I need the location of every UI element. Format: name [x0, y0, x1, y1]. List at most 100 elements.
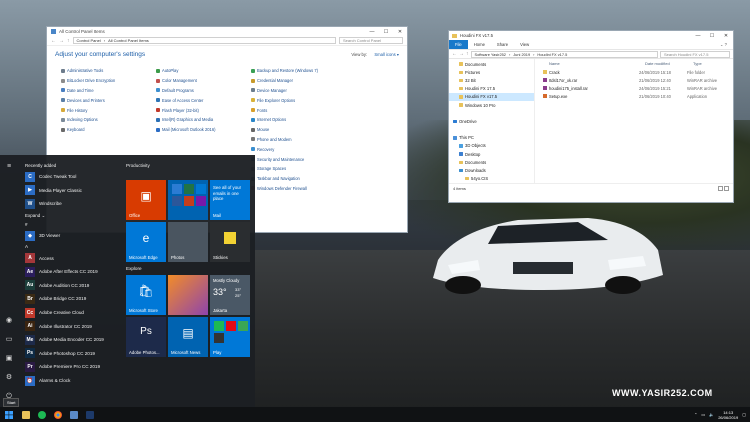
forward-arrow-icon[interactable]: → [59, 38, 64, 44]
nav-item[interactable]: Pictures [449, 68, 534, 76]
column-name[interactable]: Name [549, 61, 645, 66]
play-tile[interactable]: Play [210, 317, 250, 357]
start-app-item[interactable]: ▶ Media Player Classic [22, 184, 122, 198]
start-app-item[interactable]: Pr Adobe Premiere Pro CC 2019 [22, 360, 122, 374]
nav-item[interactable]: Houdini FX v17.5 [449, 92, 534, 101]
ribbon-expand-icon[interactable]: ⌄ ? [720, 42, 727, 47]
settings-gear-icon[interactable]: ⚙ [5, 374, 13, 382]
tab-view[interactable]: View [514, 42, 535, 47]
up-arrow-icon[interactable]: ↑ [466, 51, 469, 57]
clock[interactable]: 14:13 26/06/2019 [718, 410, 738, 420]
start-app-item[interactable]: A Access [22, 251, 122, 265]
control-panel-item[interactable]: Internet Options [251, 115, 346, 125]
start-app-item[interactable]: W Windscribe [22, 197, 122, 211]
file-row[interactable]: Crack 24/06/2019 15:18 File folder [535, 68, 733, 76]
nav-item[interactable]: Windows 10 Pro [449, 101, 534, 109]
control-panel-item[interactable]: Administrative Tools [61, 66, 156, 76]
file-row[interactable]: Setup.exe 21/06/2019 10:40 Application [535, 92, 733, 100]
taskbar-control-panel[interactable] [66, 407, 82, 422]
expand-link[interactable]: Expand ⌄ [22, 211, 122, 220]
letter-header-hash[interactable]: # [22, 220, 122, 229]
start-app-item[interactable]: Me Adobe Media Encoder CC 2019 [22, 333, 122, 347]
maximize-button[interactable]: ☐ [705, 33, 719, 39]
control-panel-item[interactable]: Storage Spaces [251, 164, 346, 174]
breadcrumb-houdini[interactable]: Houdini FX v17.5 [537, 52, 567, 57]
start-app-item[interactable]: ⏰ Alarms & Clock [22, 374, 122, 388]
nav-item[interactable]: Houdini FX 17.5 [449, 85, 534, 93]
forward-arrow-icon[interactable]: → [459, 51, 464, 57]
user-avatar-icon[interactable]: ◉ [5, 317, 13, 325]
start-button[interactable] [0, 407, 18, 422]
control-panel-item[interactable]: Credential Manager [251, 76, 346, 86]
control-panel-item[interactable]: Date and Time [61, 86, 156, 96]
control-panel-item[interactable]: File History [61, 105, 156, 115]
control-panel-item[interactable]: Indexing Options [61, 115, 156, 125]
weather-tile[interactable]: Mostly Cloudy 33° 33° 25° Jakarta [210, 275, 250, 315]
app-cluster-tile[interactable] [168, 180, 208, 220]
control-panel-item[interactable]: Mail (Microsoft Outlook 2016) [156, 125, 251, 135]
close-button[interactable]: ✕ [393, 29, 407, 35]
start-app-item[interactable]: Au Adobe Audition CC 2019 [22, 279, 122, 293]
notification-icon[interactable]: ▢ [742, 412, 746, 417]
start-app-item[interactable]: Ai Adobe Illustrator CC 2019 [22, 319, 122, 333]
taskbar-spotify[interactable] [34, 407, 50, 422]
minimize-button[interactable]: — [691, 33, 705, 39]
start-app-item[interactable]: Ae Adobe After Effects CC 2019 [22, 265, 122, 279]
control-panel-item[interactable]: Mouse [251, 125, 346, 135]
control-panel-item[interactable]: Security and Maintenance [251, 154, 346, 164]
office-tile[interactable]: ▣ Office [126, 180, 166, 220]
back-arrow-icon[interactable]: ← [51, 38, 56, 44]
maximize-button[interactable]: ☐ [379, 29, 393, 35]
nav-item[interactable]: 3D Objects [449, 142, 534, 150]
back-arrow-icon[interactable]: ← [452, 51, 457, 57]
control-panel-item[interactable]: Flash Player (32-bit) [156, 105, 251, 115]
nav-item[interactable]: Documents [449, 158, 534, 166]
stickies-tile[interactable]: Stickies [210, 222, 250, 262]
control-panel-item[interactable]: Recovery [251, 144, 346, 154]
start-app-item[interactable]: ◆ 3D Viewer [22, 229, 122, 243]
control-panel-item[interactable]: Taskbar and Navigation [251, 174, 346, 184]
nav-item[interactable]: Documents [449, 60, 534, 68]
control-panel-item[interactable]: AutoPlay [156, 66, 251, 76]
file-row[interactable]: Itdsl17or_xk.rar 21/06/2019 12:40 WinRAR a… [535, 76, 733, 84]
nav-item[interactable]: 54yo.CIS [449, 175, 534, 183]
pictures-icon[interactable]: ▣ [5, 355, 13, 363]
control-panel-titlebar[interactable]: All Control Panel Items — ☐ ✕ [47, 27, 407, 36]
control-panel-item[interactable]: BitLocker Drive Encryption [61, 76, 156, 86]
control-panel-address-field[interactable]: Control Panel › All Control Panel Items [72, 37, 336, 44]
start-app-item[interactable]: Ps Adobe Photoshop CC 2019 [22, 347, 122, 361]
start-app-item[interactable]: Cc Adobe Creative Cloud [22, 306, 122, 320]
large-icons-view-icon[interactable] [724, 185, 729, 191]
control-panel-item[interactable]: Fonts [251, 105, 346, 115]
taskbar-photoshop[interactable] [82, 407, 98, 422]
photos-tile[interactable]: Photos [168, 222, 208, 262]
control-panel-item[interactable]: Ease of Access Center [156, 95, 251, 105]
control-panel-item[interactable]: Keyboard [61, 125, 156, 135]
volume-icon[interactable]: 🔈 [709, 412, 714, 417]
explorer-titlebar[interactable]: Houdini FX v17.5 — ☐ ✕ [449, 31, 733, 40]
mail-tile[interactable]: See all of your emails in one place Mail [210, 180, 250, 220]
up-arrow-icon[interactable]: ↑ [67, 38, 70, 44]
network-icon[interactable]: ▭ [701, 412, 705, 417]
control-panel-item[interactable]: Device Manager [251, 86, 346, 96]
file-explorer-window[interactable]: Houdini FX v17.5 — ☐ ✕ File Home Share V… [448, 30, 734, 203]
control-panel-item[interactable]: Windows Defender Firewall [251, 184, 346, 194]
nav-item[interactable]: This PC [449, 134, 534, 142]
letter-header-a[interactable]: A [22, 242, 122, 251]
explorer-address-field[interactable]: Software Yasir252 › Juni 2019 › Houdini … [470, 50, 658, 58]
documents-icon[interactable]: ▭ [5, 336, 13, 344]
minimize-button[interactable]: — [365, 29, 379, 35]
control-panel-search-input[interactable]: Search Control Panel [339, 37, 403, 44]
explorer-search-input[interactable]: Search Houdini FX v17.5 [660, 50, 730, 58]
view-by-dropdown[interactable]: Small icons ▾ [374, 52, 399, 57]
column-type[interactable]: Type [693, 61, 733, 66]
close-button[interactable]: ✕ [719, 33, 733, 39]
hamburger-menu-icon[interactable]: ≡ [5, 163, 13, 171]
nav-item[interactable]: OneDrive [449, 117, 534, 125]
store-tile[interactable]: 🛍 Microsoft Store [126, 275, 166, 315]
control-panel-item[interactable]: Devices and Printers [61, 95, 156, 105]
control-panel-item[interactable]: Backup and Restore (Windows 7) [251, 66, 346, 76]
breadcrumb-control-panel[interactable]: Control Panel [77, 38, 101, 43]
control-panel-item[interactable]: File Explorer Options [251, 95, 346, 105]
taskbar-explorer[interactable] [18, 407, 34, 422]
